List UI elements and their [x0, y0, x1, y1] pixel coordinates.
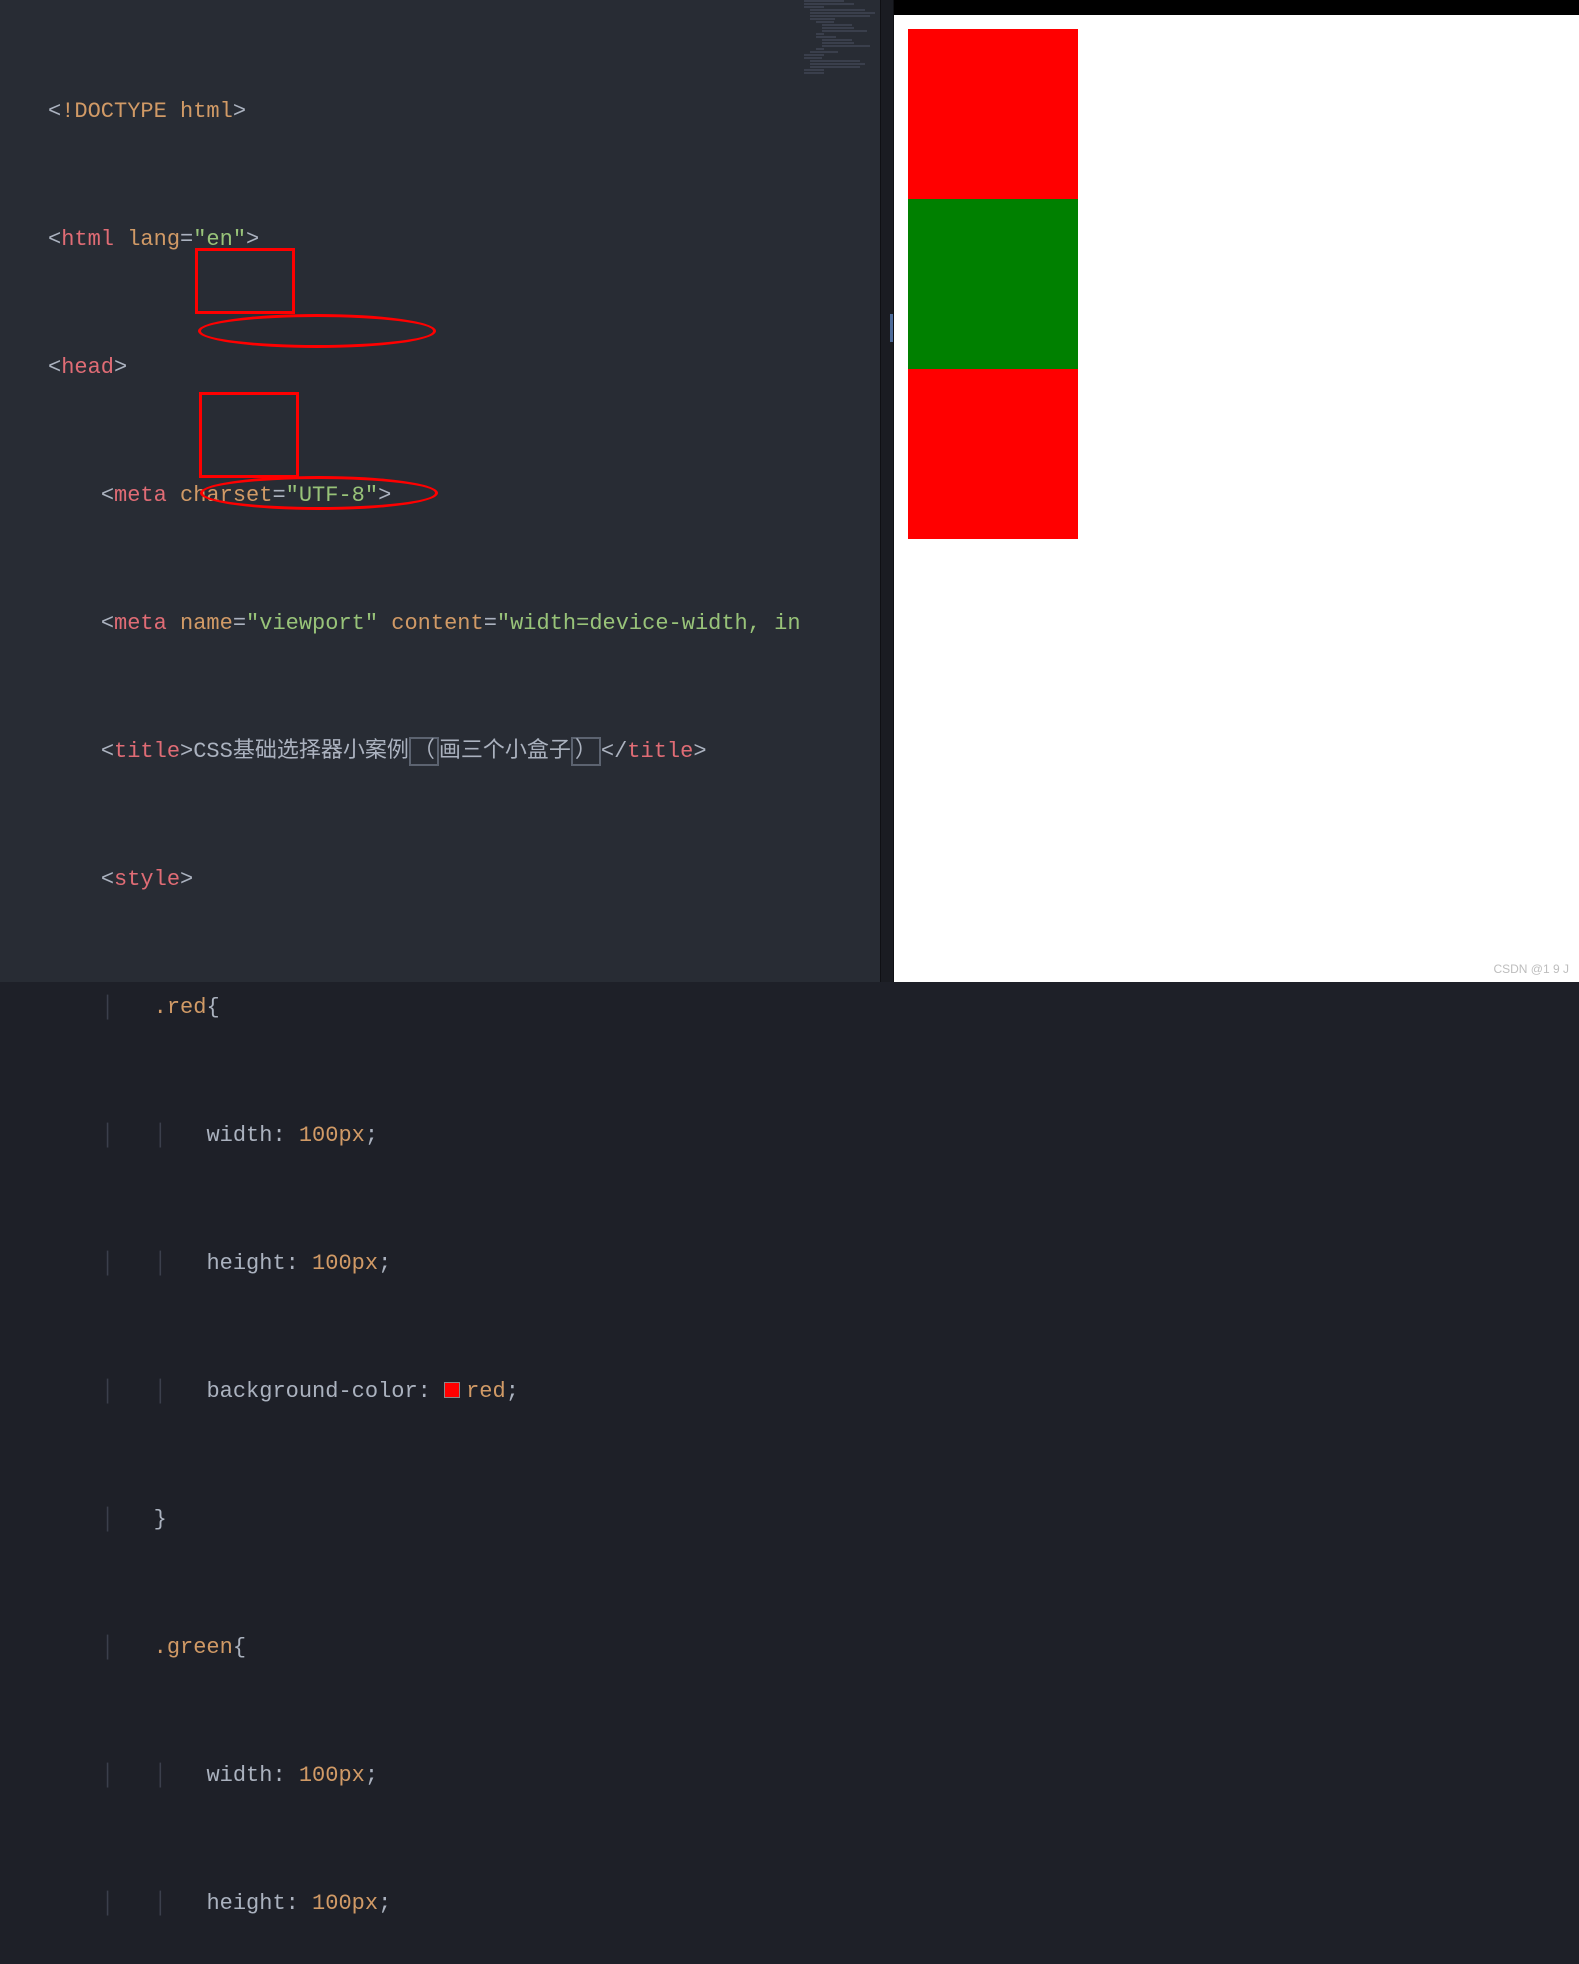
code-line[interactable]: │ .green{ [48, 1632, 880, 1664]
preview-box-green [908, 199, 1078, 369]
code-line[interactable]: │ } [48, 1504, 880, 1536]
code-line[interactable]: │ │ height: 100px; [48, 1248, 880, 1280]
code-line[interactable]: <head> [48, 352, 880, 384]
code-area[interactable]: <!DOCTYPE html> <html lang="en"> <head> … [0, 0, 880, 1964]
preview-titlebar [894, 0, 1579, 15]
code-line[interactable]: │ │ width: 100px; [48, 1760, 880, 1792]
code-line[interactable]: <title>CSS基础选择器小案例（画三个小盒子）</title> [48, 736, 880, 768]
code-line[interactable]: │ .red{ [48, 992, 880, 1024]
preview-box-red [908, 29, 1078, 199]
annotation-ellipse [198, 314, 436, 348]
code-line[interactable]: <meta name="viewport" content="width=dev… [48, 608, 880, 640]
code-line[interactable]: │ │ height: 100px; [48, 1888, 880, 1920]
split-indicator [890, 314, 893, 342]
code-line[interactable]: <html lang="en"> [48, 224, 880, 256]
preview-body [894, 15, 1579, 553]
watermark: CSDN @1 9 J [1493, 962, 1569, 976]
code-line[interactable]: │ │ background-color: red; [48, 1376, 880, 1408]
annotation-rect [195, 248, 295, 314]
browser-preview-pane: CSDN @1 9 J [894, 0, 1579, 982]
code-line[interactable]: <meta charset="UTF-8"> [48, 480, 880, 512]
color-swatch-red [444, 1382, 460, 1398]
code-editor-pane: <!DOCTYPE html> <html lang="en"> <head> … [0, 0, 880, 982]
code-line[interactable]: │ │ width: 100px; [48, 1120, 880, 1152]
minimap[interactable] [800, 0, 880, 982]
annotation-rect [199, 392, 299, 478]
preview-box-red [908, 369, 1078, 539]
pane-splitter[interactable] [880, 0, 894, 982]
code-line[interactable]: <!DOCTYPE html> [48, 96, 880, 128]
code-line[interactable]: <style> [48, 864, 880, 896]
